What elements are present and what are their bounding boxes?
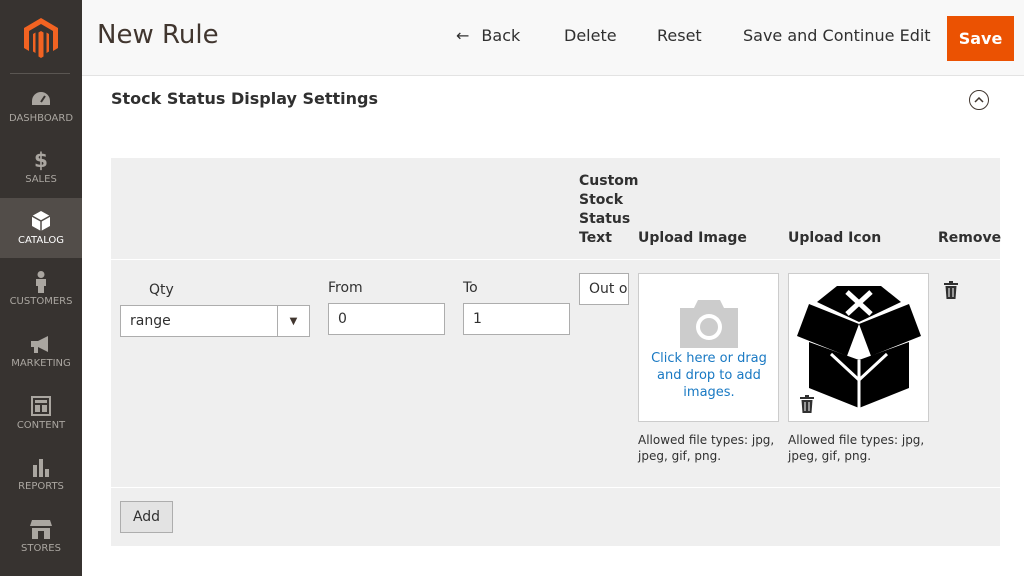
allowed-line: Allowed file types: jpg, — [638, 433, 775, 447]
camera-icon — [680, 300, 738, 348]
column-header-custom-text: Custom Stock Status Text — [579, 172, 638, 248]
custom-stock-status-text-input[interactable]: Out o — [579, 273, 629, 305]
upload-image-dropzone[interactable]: Click here or drag and drop to add image… — [638, 273, 779, 422]
from-input[interactable]: 0 — [328, 303, 445, 335]
megaphone-icon — [30, 333, 52, 355]
upload-icon-preview[interactable] — [788, 273, 929, 422]
stock-status-rules-grid: Custom Stock Status Text Upload Image Up… — [111, 158, 1002, 546]
sidebar-item-label: DASHBOARD — [8, 113, 74, 124]
from-label: From — [328, 280, 363, 296]
sidebar-item-label: REPORTS — [18, 481, 64, 492]
upload-image-allowed-types: Allowed file types: jpg, jpeg, gif, png. — [638, 432, 778, 464]
dollar-icon: $ — [34, 148, 48, 172]
content-icon — [30, 395, 52, 417]
column-header-upload-icon: Upload Icon — [788, 230, 882, 246]
header-line: Text — [579, 230, 612, 246]
sidebar-item-marketing[interactable]: MARKETING — [0, 321, 82, 381]
trash-icon[interactable] — [800, 395, 814, 413]
qty-select[interactable]: range ▼ — [120, 305, 310, 337]
header-line: Status — [579, 211, 631, 227]
delete-button[interactable]: Delete — [564, 26, 617, 45]
sidebar-item-reports[interactable]: REPORTS — [0, 444, 82, 504]
magento-logo-icon — [24, 17, 58, 58]
to-input[interactable]: 1 — [463, 303, 570, 335]
sidebar-item-sales[interactable]: $ SALES — [0, 137, 82, 197]
collapse-section-button[interactable] — [969, 90, 989, 110]
store-icon — [30, 518, 52, 540]
allowed-line: jpeg, gif, png. — [788, 449, 872, 463]
sidebar-item-label: CONTENT — [16, 420, 66, 431]
reset-button[interactable]: Reset — [657, 26, 702, 45]
column-header-remove: Remove — [938, 230, 1002, 246]
header-line: Custom — [579, 173, 639, 189]
sidebar-item-label: CUSTOMERS — [9, 296, 73, 307]
person-icon — [30, 271, 52, 293]
row-divider — [111, 259, 1000, 260]
header-line: Stock — [579, 192, 624, 208]
page-header: New Rule ← Back Delete Reset Save and Co… — [82, 0, 1024, 76]
out-of-stock-box-icon — [797, 286, 921, 408]
back-button[interactable]: ← Back — [456, 26, 520, 45]
allowed-line: jpeg, gif, png. — [638, 449, 722, 463]
column-header-upload-image: Upload Image — [638, 230, 747, 246]
row-divider — [111, 487, 1000, 488]
upload-image-prompt[interactable]: Click here or drag and drop to add image… — [639, 350, 779, 401]
box-icon — [30, 210, 52, 232]
save-and-continue-button[interactable]: Save and Continue Edit — [743, 26, 931, 45]
dashboard-icon — [30, 88, 52, 110]
qty-label: Qty — [149, 282, 174, 298]
page-title: New Rule — [97, 20, 219, 50]
sidebar-item-content[interactable]: CONTENT — [0, 383, 82, 443]
sidebar-item-label: CATALOG — [17, 235, 65, 246]
sidebar-item-customers[interactable]: CUSTOMERS — [0, 259, 82, 319]
sidebar-item-label: MARKETING — [11, 358, 71, 369]
allowed-line: Allowed file types: jpg, — [788, 433, 925, 447]
prompt-line: Click here or drag — [651, 351, 767, 366]
to-label: To — [463, 280, 478, 296]
section-title[interactable]: Stock Status Display Settings — [111, 89, 378, 108]
chevron-down-icon: ▼ — [277, 306, 309, 336]
save-button[interactable]: Save — [947, 16, 1014, 61]
sidebar-item-catalog[interactable]: CATALOG — [0, 198, 82, 258]
prompt-line: and drop to add — [657, 368, 761, 383]
back-label: Back — [481, 26, 521, 45]
sidebar-item-stores[interactable]: STORES — [0, 506, 82, 566]
arrow-left-icon: ← — [456, 26, 470, 45]
chevron-up-icon — [974, 97, 984, 103]
prompt-line: images. — [683, 385, 735, 400]
sidebar-item-label: STORES — [21, 543, 61, 554]
sidebar-item-dashboard[interactable]: DASHBOARD — [0, 76, 82, 136]
qty-select-value: range — [130, 313, 171, 329]
magento-logo[interactable] — [0, 0, 82, 75]
sidebar-divider — [10, 73, 70, 74]
upload-icon-allowed-types: Allowed file types: jpg, jpeg, gif, png. — [788, 432, 928, 464]
add-row-button[interactable]: Add — [120, 501, 173, 533]
admin-sidebar: DASHBOARD $ SALES CATALOG CUSTOMERS MARK… — [0, 0, 82, 576]
remove-row-trash-icon[interactable] — [944, 281, 958, 299]
bar-chart-icon — [30, 456, 52, 478]
sidebar-item-label: SALES — [25, 174, 57, 185]
